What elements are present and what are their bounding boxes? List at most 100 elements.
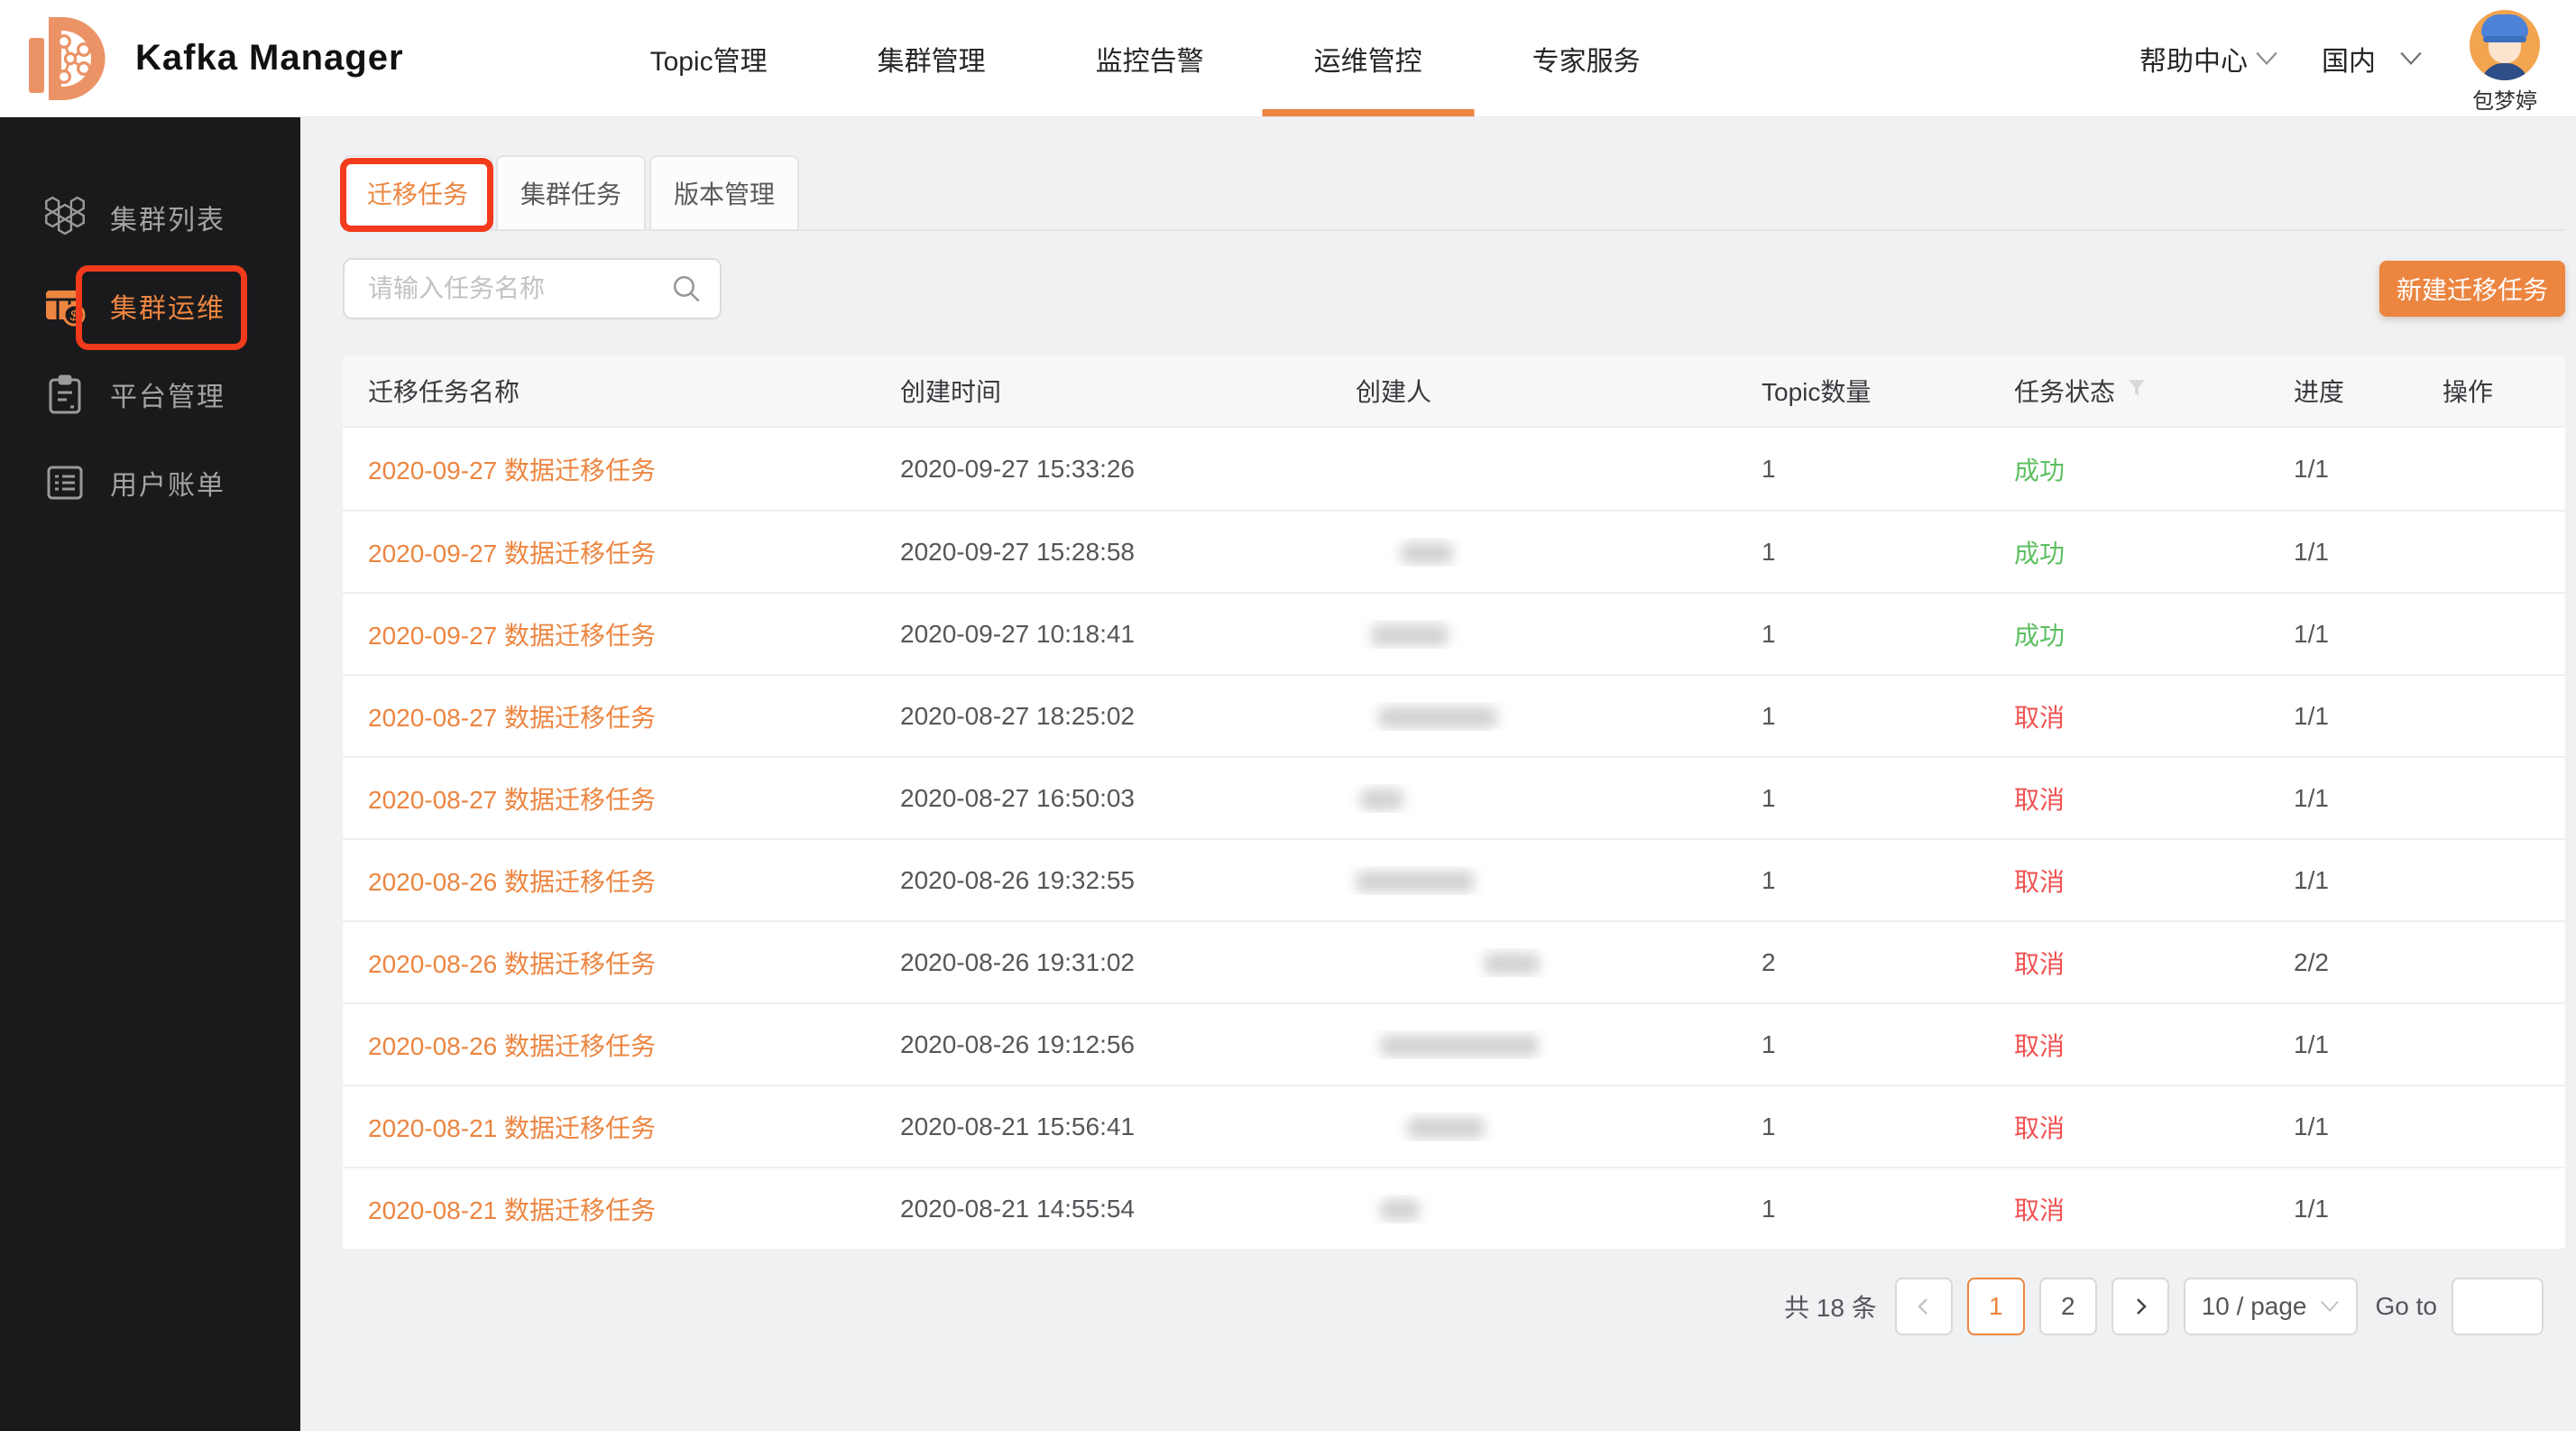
cell-task-name: 2020-08-27 数据迁移任务 xyxy=(343,698,875,734)
nav-item-ops[interactable]: 运维管控 xyxy=(1289,0,1448,116)
cell-creator xyxy=(1330,702,1736,731)
task-name-link[interactable]: 2020-08-26 数据迁移任务 xyxy=(368,1032,656,1060)
search-input[interactable] xyxy=(343,258,722,319)
avatar xyxy=(2470,10,2540,80)
cell-task-name: 2020-08-21 数据迁移任务 xyxy=(343,1109,875,1145)
status-badge: 取消 xyxy=(2014,1196,2065,1224)
page-button-2[interactable]: 2 xyxy=(2039,1278,2097,1335)
task-name-link[interactable]: 2020-09-27 数据迁移任务 xyxy=(368,622,656,650)
app-title: Kafka Manager xyxy=(135,38,404,78)
column-header-label: 任务状态 xyxy=(2014,373,2115,409)
cell-created-time: 2020-08-21 14:55:54 xyxy=(875,1195,1330,1223)
migration-task-table: 迁移任务名称创建时间创建人Topic数量任务状态进度操作 2020-09-27 … xyxy=(343,355,2565,1249)
status-badge: 取消 xyxy=(2014,868,2065,896)
redacted-creator xyxy=(1484,953,1540,974)
sidebar-item-platform[interactable]: 平台管理 xyxy=(0,350,300,439)
nav-item-expert[interactable]: 专家服务 xyxy=(1507,0,1666,116)
search-icon[interactable] xyxy=(671,273,702,304)
column-header-label: 操作 xyxy=(2443,373,2493,409)
cell-created-time: 2020-08-27 18:25:02 xyxy=(875,702,1330,731)
cell-status: 取消 xyxy=(1989,1027,2268,1063)
cell-progress: 1/1 xyxy=(2268,1112,2417,1141)
nav-item-topic[interactable]: Topic管理 xyxy=(625,0,793,116)
redacted-creator xyxy=(1407,1117,1485,1139)
cell-creator xyxy=(1330,1112,1736,1141)
cell-created-time: 2020-09-27 15:33:26 xyxy=(875,455,1330,484)
cluster-list-icon xyxy=(43,196,87,239)
cell-task-name: 2020-08-27 数据迁移任务 xyxy=(343,780,875,817)
cell-created-time: 2020-08-26 19:31:02 xyxy=(875,948,1330,977)
task-name-link[interactable]: 2020-08-21 数据迁移任务 xyxy=(368,1114,656,1142)
table-row: 2020-09-27 数据迁移任务2020-09-27 10:18:411成功1… xyxy=(343,592,2565,674)
chevron-down-icon xyxy=(2399,51,2423,67)
tab-cluster-tasks[interactable]: 集群任务 xyxy=(496,155,646,229)
table-row: 2020-08-26 数据迁移任务2020-08-26 19:32:551取消1… xyxy=(343,838,2565,920)
column-header: 任务状态 xyxy=(1989,373,2268,409)
sidebar-item-label: 集群列表 xyxy=(110,198,225,237)
nav-item-cluster[interactable]: 集群管理 xyxy=(852,0,1011,116)
top-nav: Topic管理集群管理监控告警运维管控专家服务 xyxy=(595,0,1696,116)
cell-topic-count: 1 xyxy=(1736,620,1989,649)
page-button-1[interactable]: 1 xyxy=(1967,1278,2025,1335)
task-name-link[interactable]: 2020-08-27 数据迁移任务 xyxy=(368,786,656,814)
redacted-creator xyxy=(1380,1035,1539,1057)
cell-created-time: 2020-09-27 15:28:58 xyxy=(875,538,1330,567)
cell-status: 取消 xyxy=(1989,1109,2268,1145)
cell-task-name: 2020-08-21 数据迁移任务 xyxy=(343,1191,875,1227)
cell-progress: 1/1 xyxy=(2268,1195,2417,1223)
table-header-row: 迁移任务名称创建时间创建人Topic数量任务状态进度操作 xyxy=(343,355,2565,428)
sidebar-item-billing[interactable]: 用户账单 xyxy=(0,439,300,527)
redacted-creator xyxy=(1401,542,1453,564)
cell-creator xyxy=(1330,620,1736,649)
cell-progress: 1/1 xyxy=(2268,455,2417,484)
cell-created-time: 2020-09-27 10:18:41 xyxy=(875,620,1330,649)
chevron-down-icon xyxy=(2320,1299,2340,1314)
column-header-label: Topic数量 xyxy=(1762,373,1871,409)
task-name-link[interactable]: 2020-09-27 数据迁移任务 xyxy=(368,540,656,568)
cell-task-name: 2020-09-27 数据迁移任务 xyxy=(343,451,875,487)
cell-status: 成功 xyxy=(1989,616,2268,652)
cell-creator xyxy=(1330,1195,1736,1223)
chevron-right-icon xyxy=(2130,1296,2151,1317)
goto-input[interactable] xyxy=(2452,1278,2544,1335)
redacted-creator xyxy=(1378,706,1497,728)
page: Kafka Manager Topic管理集群管理监控告警运维管控专家服务 帮助… xyxy=(0,0,2576,1431)
cell-status: 取消 xyxy=(1989,1191,2268,1227)
tab-migration-tasks[interactable]: 迁移任务 xyxy=(343,155,492,229)
help-center-menu[interactable]: 帮助中心 xyxy=(2139,39,2278,78)
table-row: 2020-08-27 数据迁移任务2020-08-27 18:25:021取消1… xyxy=(343,674,2565,756)
user-menu[interactable]: 包梦婷 xyxy=(2470,3,2540,115)
redacted-creator xyxy=(1360,789,1403,810)
cluster-ops-icon: $ xyxy=(43,284,87,328)
cell-progress: 1/1 xyxy=(2268,1030,2417,1059)
task-name-link[interactable]: 2020-08-27 数据迁移任务 xyxy=(368,704,656,732)
column-header: 操作 xyxy=(2417,373,2565,409)
tab-version-management[interactable]: 版本管理 xyxy=(649,155,799,229)
cell-creator xyxy=(1330,1030,1736,1059)
prev-page-button[interactable] xyxy=(1895,1278,1953,1335)
sidebar-item-cluster-ops[interactable]: $ 集群运维 xyxy=(0,262,300,350)
task-name-link[interactable]: 2020-08-26 数据迁移任务 xyxy=(368,950,656,978)
cell-task-name: 2020-08-26 数据迁移任务 xyxy=(343,1027,875,1063)
next-page-button[interactable] xyxy=(2111,1278,2169,1335)
column-header: Topic数量 xyxy=(1736,373,1989,409)
region-menu[interactable]: 国内 xyxy=(2322,39,2423,78)
sidebar-item-cluster-list[interactable]: 集群列表 xyxy=(0,173,300,262)
sidebar-item-label: 集群运维 xyxy=(110,286,225,326)
cell-creator xyxy=(1330,784,1736,813)
cell-created-time: 2020-08-27 16:50:03 xyxy=(875,784,1330,813)
cell-status: 成功 xyxy=(1989,534,2268,570)
cell-topic-count: 1 xyxy=(1736,702,1989,731)
task-name-link[interactable]: 2020-09-27 数据迁移任务 xyxy=(368,457,656,485)
task-name-link[interactable]: 2020-08-21 数据迁移任务 xyxy=(368,1196,656,1224)
nav-item-monitor[interactable]: 监控告警 xyxy=(1071,0,1229,116)
page-size-select[interactable]: 10 / page xyxy=(2184,1278,2358,1335)
table-row: 2020-08-26 数据迁移任务2020-08-26 19:31:022取消2… xyxy=(343,920,2565,1002)
filter-icon[interactable] xyxy=(2126,376,2148,405)
column-header-label: 创建时间 xyxy=(900,373,1001,409)
new-migration-task-button[interactable]: 新建迁移任务 xyxy=(2379,261,2565,317)
task-name-link[interactable]: 2020-08-26 数据迁移任务 xyxy=(368,868,656,896)
column-header-label: 进度 xyxy=(2294,373,2344,409)
redacted-creator xyxy=(1356,871,1475,892)
cell-topic-count: 1 xyxy=(1736,1195,1989,1223)
